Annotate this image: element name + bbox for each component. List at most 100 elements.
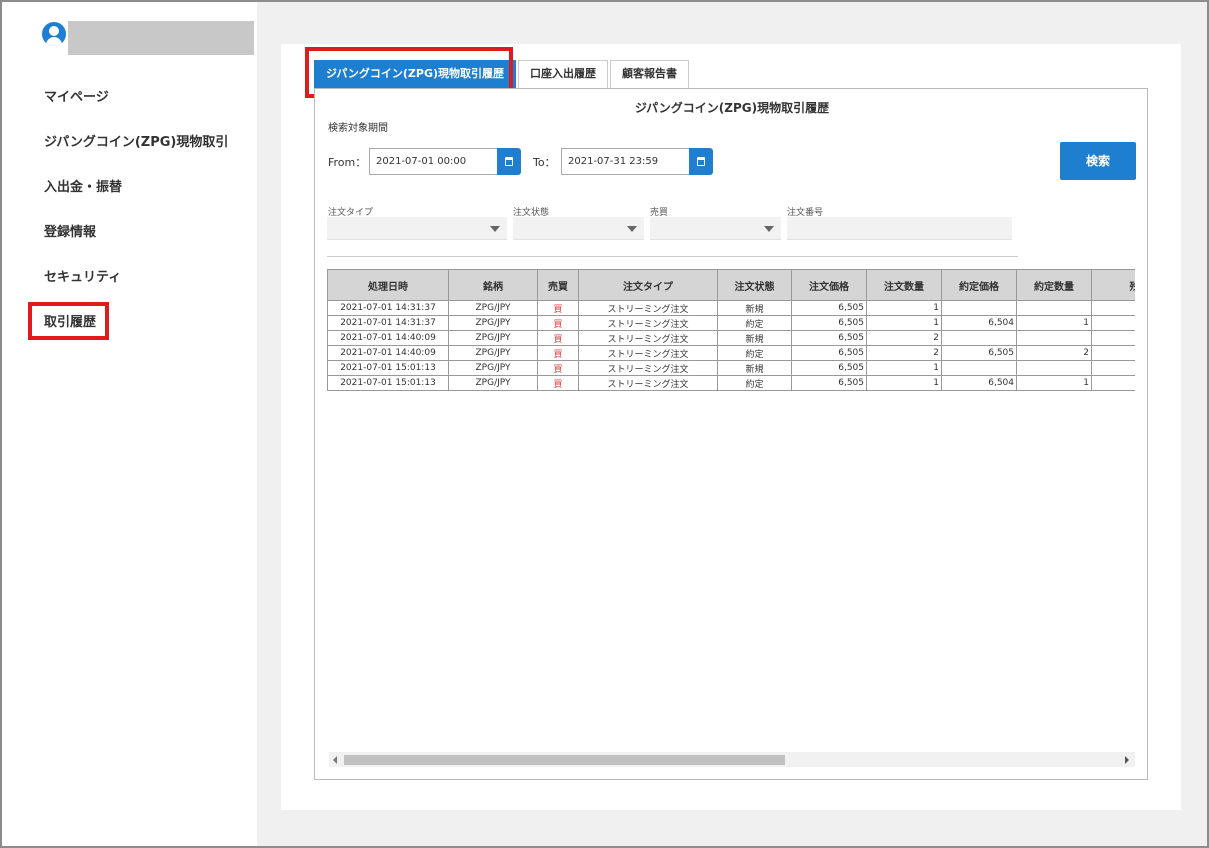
from-calendar-icon[interactable] — [497, 148, 521, 175]
cell-exec-price — [941, 300, 1017, 316]
cell-order-price: 6,505 — [791, 330, 867, 346]
column-header[interactable]: 処理日時 — [327, 269, 449, 301]
table-row: 2021-07-01 15:01:13 ZPG/JPY 買 ストリーミング注文 … — [327, 360, 1135, 376]
table-row: 2021-07-01 14:40:09 ZPG/JPY 買 ストリーミング注文 … — [327, 330, 1135, 346]
cell-order-status: 新規 — [717, 360, 792, 376]
cell-remaining — [1091, 300, 1135, 316]
sidebar-item-zpg-spot-trade[interactable]: ジパングコイン(ZPG)現物取引 — [44, 134, 228, 179]
tab-customer-report[interactable]: 顧客報告書 — [610, 60, 690, 88]
sidebar-item-trade-history[interactable]: 取引履歴 — [28, 302, 228, 359]
divider — [327, 256, 1018, 257]
cell-order-status: 約定 — [717, 375, 792, 391]
column-header[interactable]: 約定価格 — [941, 269, 1017, 301]
column-header[interactable]: 注文数量 — [866, 269, 942, 301]
column-header[interactable]: 約定数量 — [1016, 269, 1092, 301]
column-header[interactable]: 注文状態 — [717, 269, 792, 301]
cell-datetime: 2021-07-01 14:31:37 — [327, 315, 449, 331]
scrollbar-thumb[interactable] — [344, 755, 785, 765]
cell-symbol: ZPG/JPY — [448, 300, 538, 316]
from-label: From： — [328, 156, 367, 169]
cell-side: 買 — [537, 360, 579, 376]
search-button[interactable]: 検索 — [1060, 142, 1136, 180]
cell-order-type: ストリーミング注文 — [578, 360, 718, 376]
cell-exec-qty: 1 — [1016, 315, 1092, 331]
sidebar-item-label: 登録情報 — [44, 225, 97, 240]
cell-order-qty: 1 — [866, 300, 942, 316]
to-label: To： — [533, 156, 556, 169]
order-number-input[interactable] — [787, 217, 1012, 240]
scroll-left-icon[interactable] — [333, 756, 337, 764]
cell-remaining — [1091, 360, 1135, 376]
cell-side: 買 — [537, 345, 579, 361]
cell-order-qty: 1 — [866, 315, 942, 331]
cell-side: 買 — [537, 315, 579, 331]
column-header[interactable]: 注文価格 — [791, 269, 867, 301]
cell-order-status: 新規 — [717, 300, 792, 316]
order-status-select[interactable] — [513, 217, 644, 240]
cell-order-status: 新規 — [717, 330, 792, 346]
cell-order-price: 6,505 — [791, 375, 867, 391]
cell-exec-qty — [1016, 330, 1092, 346]
sidebar-item-label: 入出金・振替 — [44, 180, 123, 195]
cell-order-type: ストリーミング注文 — [578, 330, 718, 346]
table-row: 2021-07-01 15:01:13 ZPG/JPY 買 ストリーミング注文 … — [327, 375, 1135, 391]
sidebar-item-deposit-withdraw[interactable]: 入出金・振替 — [44, 179, 228, 224]
column-header[interactable]: 銘柄 — [448, 269, 538, 301]
cell-side: 買 — [537, 375, 579, 391]
to-date-input[interactable]: 2021-07-31 23:59 — [561, 148, 691, 175]
cell-exec-price — [941, 360, 1017, 376]
cell-datetime: 2021-07-01 15:01:13 — [327, 375, 449, 391]
sidebar-item-label: ジパングコイン(ZPG)現物取引 — [44, 135, 229, 150]
column-header[interactable]: 残数 — [1091, 269, 1135, 301]
sidebar-item-label: セキュリティ — [44, 270, 122, 285]
cell-side: 買 — [537, 300, 579, 316]
chevron-down-icon — [627, 226, 637, 232]
cell-remaining — [1091, 315, 1135, 331]
scroll-right-icon[interactable] — [1125, 756, 1129, 764]
period-label: 検索対象期間 — [328, 123, 388, 134]
cell-order-qty: 1 — [866, 375, 942, 391]
cell-order-type: ストリーミング注文 — [578, 315, 718, 331]
cell-symbol: ZPG/JPY — [448, 330, 538, 346]
app-frame: マイページ ジパングコイン(ZPG)現物取引 入出金・振替 登録情報 セキュリテ… — [0, 0, 1209, 848]
history-panel: ジパングコイン(ZPG)現物取引履歴 検索対象期間 From： 2021-07-… — [314, 88, 1148, 780]
cell-order-price: 6,505 — [791, 300, 867, 316]
chevron-down-icon — [764, 226, 774, 232]
cell-exec-qty — [1016, 300, 1092, 316]
sidebar-item-registration[interactable]: 登録情報 — [44, 224, 228, 269]
cell-exec-qty: 1 — [1016, 375, 1092, 391]
table-row: 2021-07-01 14:31:37 ZPG/JPY 買 ストリーミング注文 … — [327, 300, 1135, 316]
cell-order-type: ストリーミング注文 — [578, 300, 718, 316]
cell-order-price: 6,505 — [791, 360, 867, 376]
tab-account-transfers[interactable]: 口座入出履歴 — [518, 60, 609, 88]
sidebar: マイページ ジパングコイン(ZPG)現物取引 入出金・振替 登録情報 セキュリテ… — [2, 2, 257, 846]
sidebar-item-label: マイページ — [44, 90, 109, 105]
user-name-redacted — [68, 21, 254, 55]
to-calendar-icon[interactable] — [689, 148, 713, 175]
cell-datetime: 2021-07-01 14:40:09 — [327, 330, 449, 346]
cell-symbol: ZPG/JPY — [448, 360, 538, 376]
column-header[interactable]: 注文タイプ — [578, 269, 718, 301]
column-header[interactable]: 売買 — [537, 269, 579, 301]
table-row: 2021-07-01 14:40:09 ZPG/JPY 買 ストリーミング注文 … — [327, 345, 1135, 361]
cell-exec-qty — [1016, 360, 1092, 376]
cell-datetime: 2021-07-01 15:01:13 — [327, 360, 449, 376]
cell-order-type: ストリーミング注文 — [578, 345, 718, 361]
cell-order-qty: 2 — [866, 330, 942, 346]
sidebar-nav: マイページ ジパングコイン(ZPG)現物取引 入出金・振替 登録情報 セキュリテ… — [28, 89, 228, 359]
cell-remaining — [1091, 345, 1135, 361]
from-date-input[interactable]: 2021-07-01 00:00 — [369, 148, 499, 175]
history-table: 処理日時 銘柄 売買 注文タイプ 注文状態 注文価格 注文数量 約定価格 約定数… — [327, 269, 1135, 391]
user-info[interactable] — [42, 21, 254, 55]
side-select[interactable] — [650, 217, 781, 240]
order-type-select[interactable] — [327, 217, 507, 240]
highlight-box — [28, 302, 109, 340]
sidebar-item-mypage[interactable]: マイページ — [44, 89, 228, 134]
cell-exec-price: 6,505 — [941, 345, 1017, 361]
cell-datetime: 2021-07-01 14:31:37 — [327, 300, 449, 316]
cell-order-type: ストリーミング注文 — [578, 375, 718, 391]
horizontal-scrollbar[interactable] — [329, 752, 1135, 767]
cell-side: 買 — [537, 330, 579, 346]
cell-symbol: ZPG/JPY — [448, 375, 538, 391]
cell-order-status: 約定 — [717, 345, 792, 361]
